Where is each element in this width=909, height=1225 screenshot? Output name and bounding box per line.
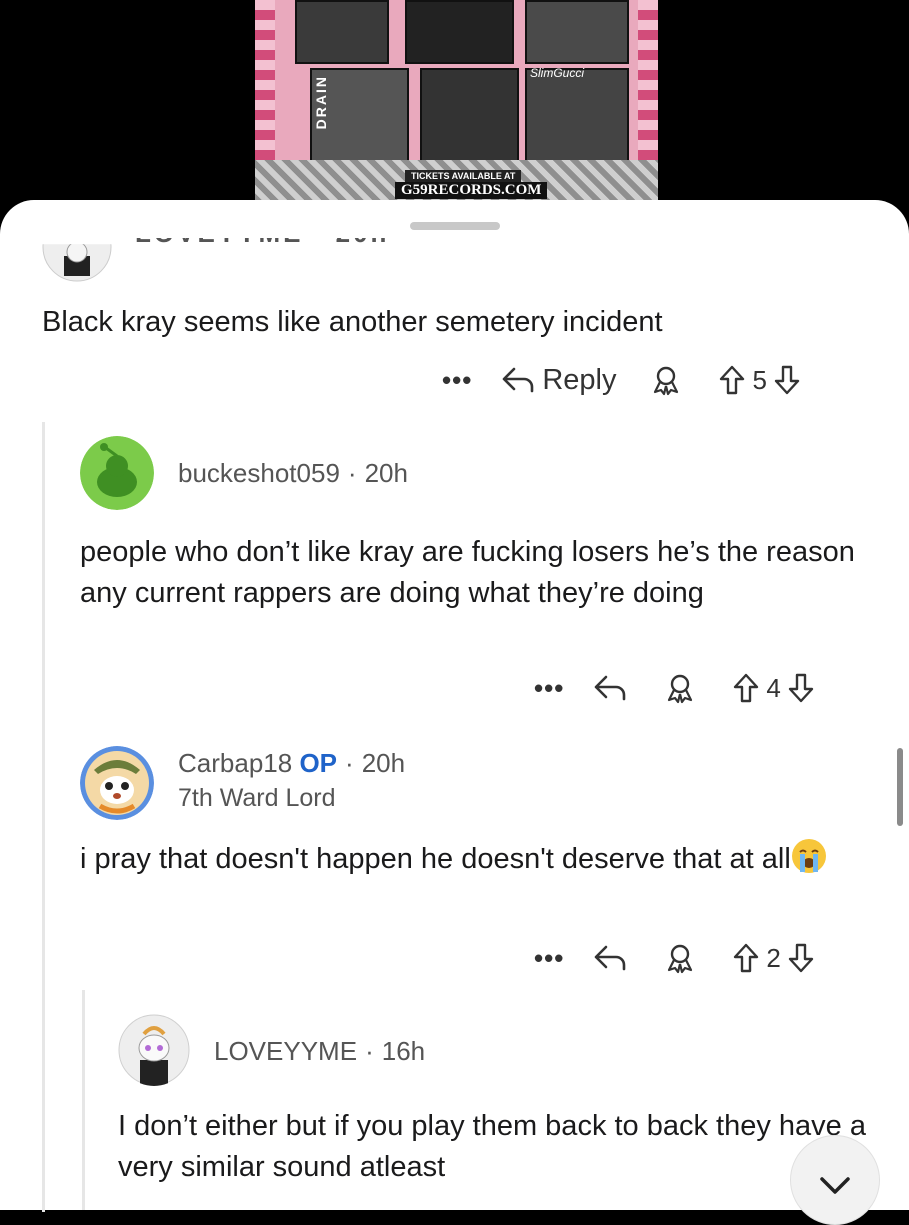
user-flair: 7th Ward Lord [178,784,336,812]
comment-meta: buckeshot059 · 20h [178,458,408,489]
award-icon [668,674,693,704]
sheet-grabber[interactable] [410,222,500,230]
upvote-arrow-icon [720,365,745,395]
comment-username[interactable]: LOVEYYME [214,1036,357,1066]
upvote-button[interactable] [732,942,760,974]
poster-photo [525,68,629,162]
more-dots-icon[interactable]: ••• [442,365,472,396]
comment-username[interactable]: Carbap18 [178,748,292,778]
poster-border-left [255,0,275,160]
downvote-button[interactable] [773,364,801,396]
avatar[interactable] [80,746,154,820]
vote-count: 2 [766,942,781,973]
comment-time: 20h [364,458,408,488]
downvote-arrow-icon [774,365,800,395]
award-icon [654,366,679,396]
comment-body: people who don’t like kray are fucking l… [80,536,855,609]
award-button[interactable] [650,364,682,396]
scrollbar[interactable] [897,748,903,826]
crying-face-emoji [791,839,826,873]
comment-actions: ••• 2 [534,938,815,978]
downvote-button[interactable] [787,672,815,704]
event-poster-image[interactable]: DRAIN SlimGucci TICKETS AVAILABLE AT G59… [255,0,658,210]
upvote-arrow-icon [734,673,759,703]
meta-separator: · [345,748,354,778]
award-button[interactable] [664,672,696,704]
thread-line[interactable] [42,422,45,1212]
avatar[interactable] [42,244,112,282]
reply-arrow-icon [595,945,626,971]
downvote-button[interactable] [787,942,815,974]
downvote-arrow-icon [788,673,813,703]
chevron-down-icon [820,1177,850,1194]
reply-arrow-icon [503,367,534,393]
comment-meta: LOVEYYME · 16h [214,1036,425,1067]
poster-photo [295,0,389,64]
comment-body: i pray that doesn't happen he doesn't de… [80,838,890,880]
collapse-button[interactable] [790,1135,880,1225]
poster-border-right [638,0,658,160]
award-icon [668,944,693,974]
comment-username[interactable]: buckeshot059 [178,458,340,488]
comment-body: Black kray seems like another semetery i… [42,306,663,338]
comment-time: 16h [381,1036,426,1066]
more-dots-icon[interactable]: ••• [534,673,564,704]
award-button[interactable] [664,942,696,974]
poster-photo [525,0,629,64]
upvote-button[interactable] [732,672,760,704]
comment-meta: Carbap18 OP · 20h [178,748,405,779]
comment-time: 20h [361,748,406,778]
op-badge: OP [299,748,338,778]
poster-side-text: DRAIN [313,75,329,130]
reply-arrow-icon [595,675,626,701]
comment-actions: ••• 4 [534,668,815,708]
poster-site-text: G59RECORDS.COM [395,182,548,199]
upvote-arrow-icon [734,943,759,973]
comment-actions: ••• Reply 5 [442,360,801,400]
comments-sheet: LOVEYYME · 20h Black kray seems like ano… [0,200,909,1225]
poster-tickets-text: TICKETS AVAILABLE AT [405,170,522,182]
downvote-arrow-icon [788,943,813,973]
meta-separator: · [365,1036,374,1066]
reply-button[interactable]: Reply [500,364,650,397]
more-dots-icon[interactable]: ••• [534,943,564,974]
reply-button[interactable] [592,673,628,703]
vote-count: 4 [766,672,781,703]
reply-label: Reply [542,363,617,396]
thread-line[interactable] [82,990,85,1210]
avatar[interactable] [80,436,154,510]
comment-username-clipped[interactable]: LOVEYYME · 20h [135,238,389,258]
vote-count: 5 [752,364,767,395]
comment-body: I don’t either but if you play them back… [118,1110,866,1183]
comment-body-text: i pray that doesn't happen he doesn't de… [80,843,791,875]
upvote-button[interactable] [718,364,746,396]
poster-name-tag: SlimGucci [530,66,585,80]
poster-photo [405,0,514,64]
poster-photo [420,68,519,162]
meta-separator: · [347,458,357,488]
avatar[interactable] [118,1014,190,1086]
reply-button[interactable] [592,943,628,973]
